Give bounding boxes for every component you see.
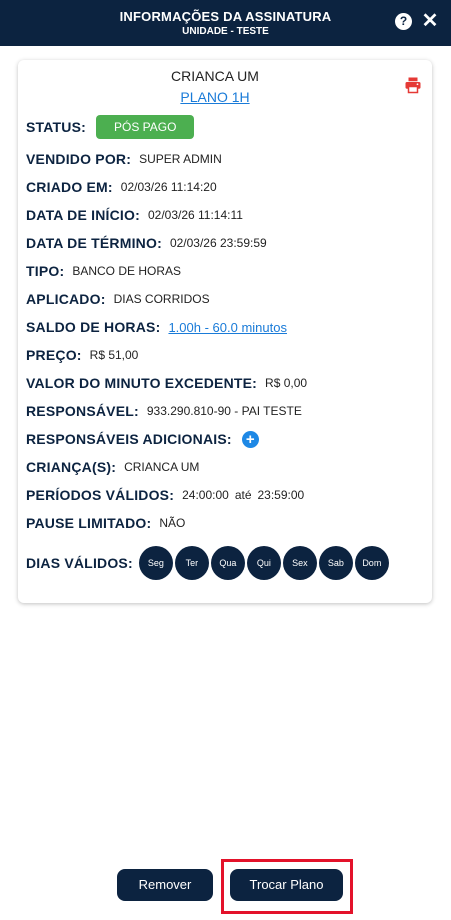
hours-balance-label: SALDO DE HORAS: (26, 319, 161, 335)
start-date-value: 02/03/26 11:14:11 (147, 208, 243, 222)
row-additional-responsibles: RESPONSÁVEIS ADICIONAIS: + (26, 429, 259, 449)
status-badge: PÓS PAGO (95, 115, 195, 139)
status-label: STATUS: (26, 119, 86, 135)
created-value: 02/03/26 11:14:20 (120, 180, 217, 194)
children-label: CRIANÇA(S): (26, 459, 117, 475)
valid-periods-label: PERÍODOS VÁLIDOS: (26, 487, 175, 503)
row-excess-minute: VALOR DO MINUTO EXCEDENTE: R$ 0,00 (26, 373, 307, 393)
plan-link[interactable]: PLANO 1H (18, 89, 412, 105)
row-valid-days: DIAS VÁLIDOS: Seg Ter Qua Qui Sex Sab Do… (26, 545, 391, 581)
limited-pause-label: PAUSE LIMITADO: (26, 515, 152, 531)
sold-by-label: VENDIDO POR: (26, 151, 132, 167)
row-responsible: RESPONSÁVEL: 933.290.810-90 - PAI TESTE (26, 401, 302, 421)
applied-label: APLICADO: (26, 291, 106, 307)
valid-period-until: até (234, 488, 252, 502)
subscription-card: CRIANCA UM PLANO 1H STATUS: PÓS PAGO VEN… (18, 60, 432, 603)
printer-icon[interactable] (404, 76, 422, 94)
valid-days-list: Seg Ter Qua Qui Sex Sab Dom (138, 546, 391, 580)
end-date-label: DATA DE TÉRMINO: (26, 235, 162, 251)
row-price: PREÇO: R$ 51,00 (26, 345, 138, 365)
end-date-value: 02/03/26 23:59:59 (169, 236, 267, 250)
responsible-value: 933.290.810-90 - PAI TESTE (146, 404, 302, 418)
valid-days-label: DIAS VÁLIDOS: (26, 555, 133, 571)
row-limited-pause: PAUSE LIMITADO: NÃO (26, 513, 185, 533)
row-created: CRIADO EM: 02/03/26 11:14:20 (26, 177, 217, 197)
row-start-date: DATA DE INÍCIO: 02/03/26 11:14:11 (26, 205, 243, 225)
row-valid-periods: PERÍODOS VÁLIDOS: 24:00:00 até 23:59:00 (26, 485, 304, 505)
day-ter[interactable]: Ter (174, 546, 209, 580)
created-label: CRIADO EM: (26, 179, 113, 195)
day-sex[interactable]: Sex (282, 546, 317, 580)
row-end-date: DATA DE TÉRMINO: 02/03/26 23:59:59 (26, 233, 267, 253)
row-status: STATUS: PÓS PAGO (26, 115, 195, 139)
modal-subtitle: UNIDADE - TESTE (182, 26, 269, 37)
highlight-box (221, 859, 353, 914)
day-qua[interactable]: Qua (210, 546, 245, 580)
day-sab[interactable]: Sab (318, 546, 353, 580)
price-label: PREÇO: (26, 347, 82, 363)
modal-header: INFORMAÇÕES DA ASSINATURA UNIDADE - TEST… (0, 0, 451, 46)
day-qui[interactable]: Qui (246, 546, 281, 580)
close-icon[interactable]: ✕ (421, 10, 439, 32)
row-applied: APLICADO: DIAS CORRIDOS (26, 289, 210, 309)
type-value: BANCO DE HORAS (72, 264, 182, 278)
sold-by-value: SUPER ADMIN (139, 152, 222, 166)
excess-minute-label: VALOR DO MINUTO EXCEDENTE: (26, 375, 258, 391)
row-children: CRIANÇA(S): CRIANCA UM (26, 457, 199, 477)
valid-period-start: 24:00:00 (182, 488, 229, 502)
remove-button[interactable]: Remover (117, 869, 213, 901)
price-value: R$ 51,00 (89, 348, 139, 362)
start-date-label: DATA DE INÍCIO: (26, 207, 140, 223)
responsible-label: RESPONSÁVEL: (26, 403, 139, 419)
modal-title: INFORMAÇÕES DA ASSINATURA (119, 9, 332, 24)
row-hours-balance: SALDO DE HORAS: 1.00h - 60.0 minutos (26, 317, 287, 337)
child-name: CRIANCA UM (171, 68, 259, 84)
children-value: CRIANCA UM (124, 460, 200, 474)
day-seg[interactable]: Seg (138, 546, 173, 580)
add-responsible-icon[interactable]: + (241, 430, 259, 448)
limited-pause-value: NÃO (159, 516, 186, 530)
additional-responsibles-label: RESPONSÁVEIS ADICIONAIS: (26, 431, 232, 447)
row-sold-by: VENDIDO POR: SUPER ADMIN (26, 149, 222, 169)
valid-period-end: 23:59:00 (257, 488, 305, 502)
excess-minute-value: R$ 0,00 (265, 376, 308, 390)
applied-value: DIAS CORRIDOS (113, 292, 210, 306)
row-type: TIPO: BANCO DE HORAS (26, 261, 181, 281)
day-dom[interactable]: Dom (354, 546, 389, 580)
hours-balance-link[interactable]: 1.00h - 60.0 minutos (168, 320, 287, 335)
type-label: TIPO: (26, 263, 65, 279)
help-icon[interactable]: ? (395, 13, 412, 30)
